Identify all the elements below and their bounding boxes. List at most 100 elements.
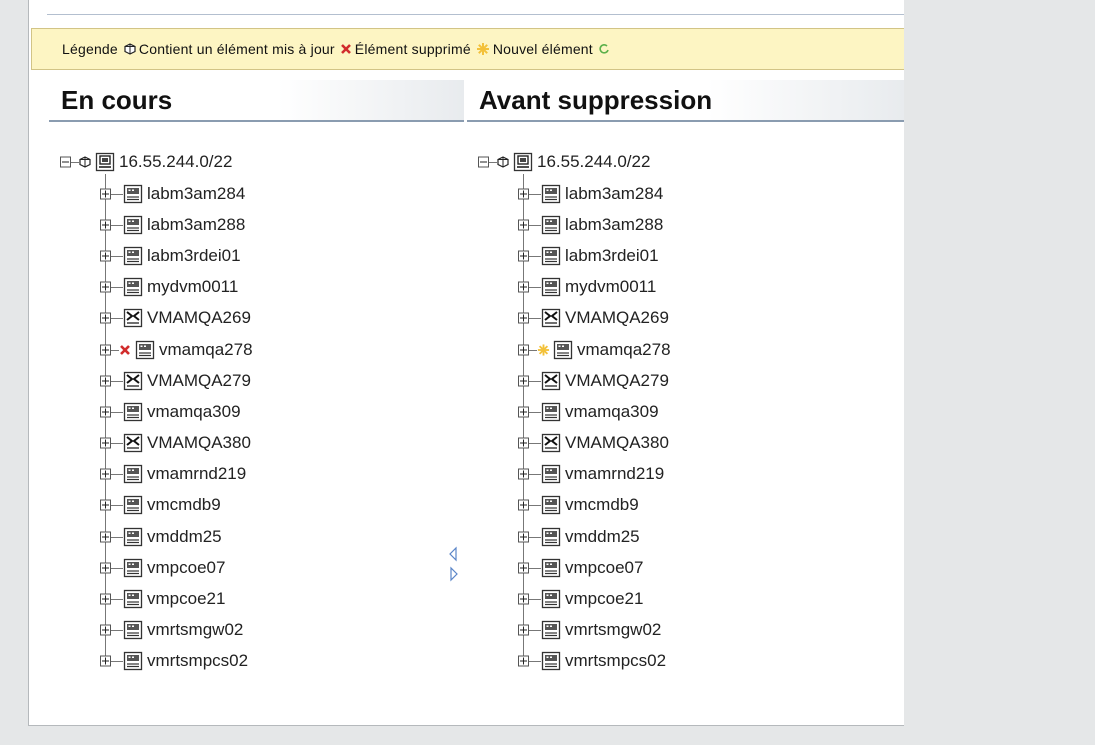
tree-node[interactable]: vmamqa309	[467, 396, 904, 427]
tree-node[interactable]: vmrtsmpcs02	[467, 646, 904, 677]
tree-connector	[529, 380, 541, 382]
tree-node[interactable]: vmrtsmgw02	[49, 615, 464, 646]
tree-node[interactable]: VMAMQA380	[467, 428, 904, 459]
tree-node[interactable]: vmpcoe07	[467, 552, 904, 583]
tree-node[interactable]: labm3rdei01	[49, 240, 464, 271]
tree-node[interactable]: vmamqa309	[49, 396, 464, 427]
legend-item-partial-icon	[598, 43, 613, 55]
tree-connector	[111, 318, 123, 320]
tree-node[interactable]: vmpcoe21	[467, 583, 904, 614]
expand-toggle[interactable]	[518, 468, 529, 480]
splitter-arrows[interactable]	[448, 546, 460, 586]
tree-connector	[529, 443, 541, 445]
tree-node[interactable]: vmrtsmpcs02	[49, 646, 464, 677]
expand-toggle[interactable]	[518, 655, 529, 667]
server-icon	[123, 278, 143, 297]
expand-toggle[interactable]	[518, 624, 529, 636]
tree-node-label: VMAMQA279	[565, 370, 669, 390]
tree-node[interactable]: labm3rdei01	[467, 240, 904, 271]
tree-node[interactable]: VMAMQA279	[467, 365, 904, 396]
refresh-icon	[599, 44, 609, 54]
expand-toggle[interactable]	[518, 593, 529, 605]
tree-connector	[111, 505, 123, 507]
current-panel: En cours 16.55.244.0/22 labm3am284 labm3am…	[49, 80, 464, 677]
tree-node-label: vmpcoe07	[147, 557, 226, 577]
tree-node[interactable]: mydvm0011	[467, 272, 904, 303]
expand-toggle[interactable]	[100, 312, 111, 324]
legend-label-new: Nouvel élément	[492, 41, 593, 57]
tree-node-label: vmpcoe21	[147, 589, 226, 609]
tree-connector	[111, 380, 123, 382]
tree-node-label: VMAMQA380	[565, 433, 669, 453]
current-tree: 16.55.244.0/22 labm3am284 labm3am288 labm3r…	[49, 146, 464, 677]
server-icon	[123, 402, 143, 422]
collapse-toggle[interactable]	[478, 156, 489, 168]
collapse-toggle[interactable]	[60, 156, 71, 168]
server-icon	[123, 184, 143, 203]
tree-connector	[111, 193, 123, 195]
tree-node[interactable]: vmddm25	[467, 521, 904, 552]
tree-node[interactable]: VMAMQA380	[49, 428, 464, 459]
tree-node[interactable]: vmamrnd219	[49, 459, 464, 490]
expand-toggle[interactable]	[100, 281, 111, 293]
tree-connector	[111, 443, 123, 445]
subnet-icon	[95, 152, 115, 172]
expand-toggle[interactable]	[100, 344, 111, 356]
expand-toggle[interactable]	[100, 250, 111, 262]
tree-node[interactable]: vmcmdb9	[467, 490, 904, 521]
tree-node-label: vmrtsmpcs02	[565, 651, 667, 671]
tree-connector	[529, 349, 537, 351]
tree-root-node[interactable]: 16.55.244.0/22	[49, 146, 464, 178]
expand-toggle[interactable]	[100, 437, 111, 449]
expand-toggle[interactable]	[100, 624, 111, 636]
expand-toggle[interactable]	[100, 655, 111, 667]
tree-node[interactable]: vmamqa278	[49, 334, 464, 365]
tree-node[interactable]: VMAMQA269	[49, 303, 464, 334]
tree-node[interactable]: vmamqa278	[467, 334, 904, 365]
expand-toggle[interactable]	[100, 499, 111, 511]
tree-node[interactable]: vmddm25	[49, 521, 464, 552]
tree-node[interactable]: mydvm0011	[49, 272, 464, 303]
updated-element-icon	[124, 43, 136, 55]
expand-toggle[interactable]	[100, 219, 111, 231]
expand-toggle[interactable]	[100, 188, 111, 200]
tree-node-label: vmrtsmgw02	[565, 620, 662, 640]
tree-node[interactable]: VMAMQA269	[467, 303, 904, 334]
expand-toggle[interactable]	[100, 375, 111, 387]
expand-toggle[interactable]	[100, 562, 111, 574]
tree-node[interactable]: labm3am284	[467, 178, 904, 209]
tree-node[interactable]: vmpcoe21	[49, 583, 464, 614]
tree-node-label: labm3am288	[147, 214, 246, 234]
tree-root-node[interactable]: 16.55.244.0/22	[467, 146, 904, 178]
expand-toggle[interactable]	[518, 281, 529, 293]
expand-toggle[interactable]	[518, 344, 529, 356]
tree-connector	[111, 411, 123, 413]
expand-toggle[interactable]	[518, 437, 529, 449]
expand-toggle[interactable]	[518, 375, 529, 387]
expand-toggle[interactable]	[518, 312, 529, 324]
tree-connector	[489, 162, 497, 163]
expand-toggle[interactable]	[518, 406, 529, 418]
expand-toggle[interactable]	[518, 499, 529, 511]
tree-node[interactable]: VMAMQA279	[49, 365, 464, 396]
tree-connector	[529, 567, 541, 569]
expand-toggle[interactable]	[100, 593, 111, 605]
expand-toggle[interactable]	[100, 406, 111, 418]
server-icon	[123, 621, 143, 640]
tree-node[interactable]: vmamrnd219	[467, 459, 904, 490]
tree-node[interactable]: labm3am284	[49, 178, 464, 209]
tree-node[interactable]: vmcmdb9	[49, 490, 464, 521]
expand-toggle[interactable]	[518, 250, 529, 262]
expand-toggle[interactable]	[518, 562, 529, 574]
tree-node[interactable]: labm3am288	[49, 209, 464, 240]
expand-toggle[interactable]	[518, 219, 529, 231]
expand-toggle[interactable]	[100, 531, 111, 543]
expand-toggle[interactable]	[100, 468, 111, 480]
expand-toggle[interactable]	[518, 188, 529, 200]
tree-node[interactable]: labm3am288	[467, 209, 904, 240]
server-icon	[541, 527, 561, 546]
tree-connector	[111, 536, 123, 538]
tree-node[interactable]: vmpcoe07	[49, 552, 464, 583]
tree-node[interactable]: vmrtsmgw02	[467, 615, 904, 646]
expand-toggle[interactable]	[518, 531, 529, 543]
